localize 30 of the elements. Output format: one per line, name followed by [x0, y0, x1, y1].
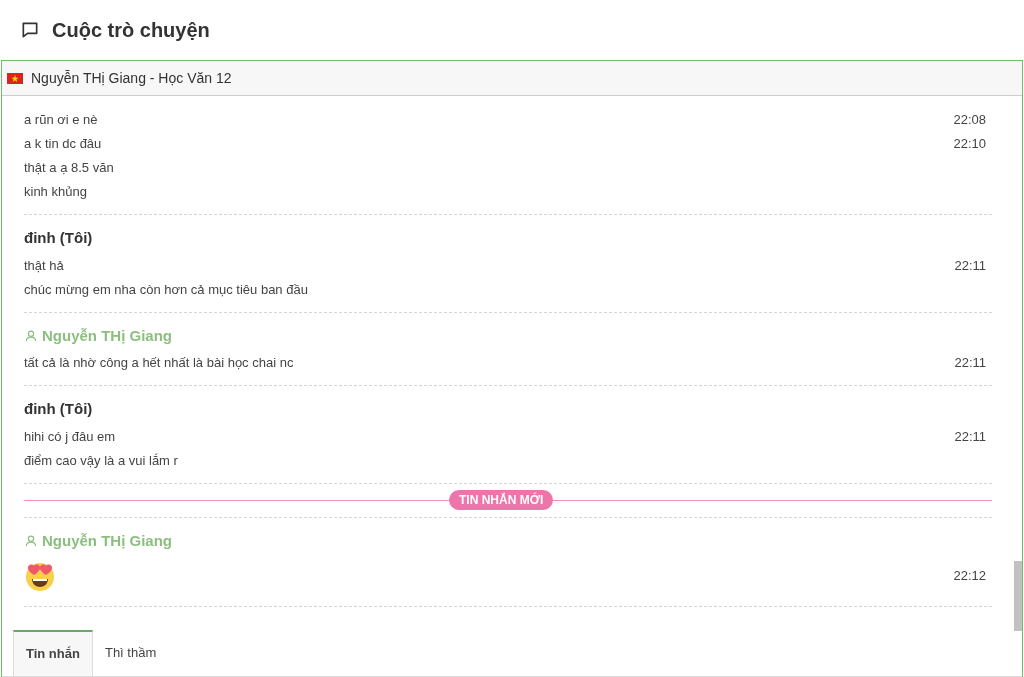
message-time: 22:11: [954, 354, 986, 373]
heart-eyes-emoji-icon: [24, 560, 56, 592]
scrollbar-thumb[interactable]: [1014, 561, 1022, 631]
message-text: hihi có j đâu em: [24, 427, 116, 446]
message-text: kinh khủng: [24, 183, 87, 202]
message-text: tất cả là nhờ công a hết nhất là bài học chai nc: [24, 354, 294, 373]
message-time: 22:10: [953, 135, 986, 154]
conversation-title: Nguyễn THị Giang - Học Văn 12: [31, 68, 232, 88]
message-text: thật a ạ 8.5 văn: [24, 159, 114, 178]
tab[interactable]: Tin nhắn: [13, 630, 93, 676]
sender-name: đinh (Tôi): [24, 228, 93, 248]
message-time: 22:12: [953, 567, 986, 586]
chat-bubble-icon: [20, 20, 40, 40]
person-icon: [24, 328, 38, 343]
page-title: Cuộc trò chuyện: [52, 18, 210, 43]
new-messages-badge: TIN NHẮN MỚI: [449, 490, 554, 510]
message-text: chúc mừng em nha còn hơn cả mục tiêu ban đầu: [24, 280, 308, 299]
message-time: 22:11: [954, 256, 986, 275]
tab[interactable]: Thì thầm: [92, 630, 169, 676]
sender-name: đinh (Tôi): [24, 399, 93, 419]
sender-name: Nguyễn THị Giang: [42, 530, 172, 551]
message-text: a k tin dc đâu: [24, 135, 102, 154]
message-text: thật hả: [24, 256, 64, 275]
message-text: a rũn ơi e nè: [24, 111, 98, 130]
sender-name: Nguyễn THị Giang: [42, 325, 172, 346]
flag-icon: [7, 72, 23, 84]
message-time: 22:11: [954, 427, 986, 446]
message-text: điểm cao vậy là a vui lắm r: [24, 451, 178, 470]
message-time: 22:08: [953, 111, 986, 130]
person-icon: [24, 533, 38, 548]
